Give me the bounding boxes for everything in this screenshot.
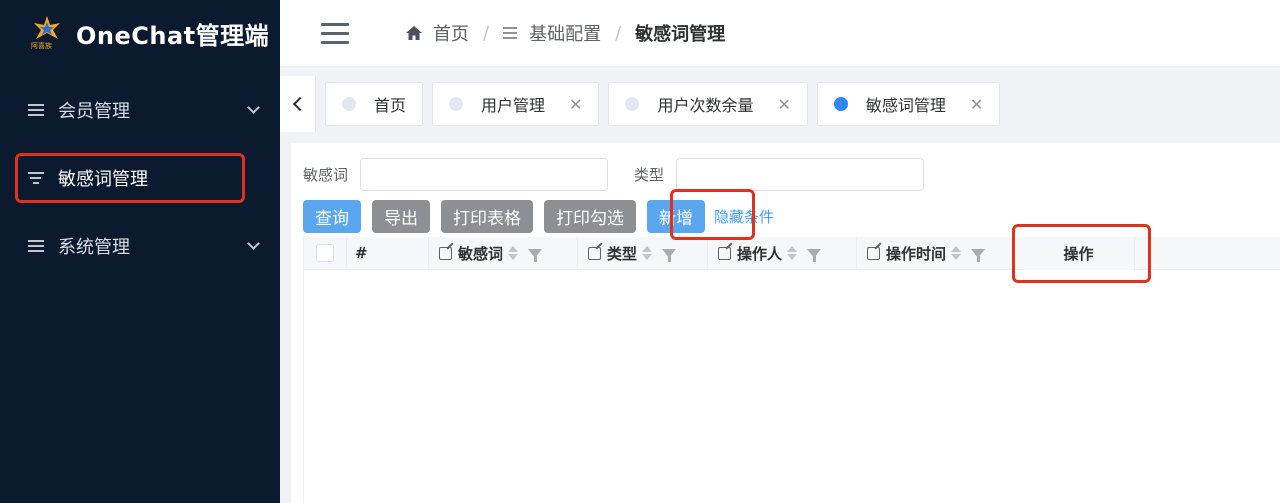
breadcrumb-label: 基础配置	[529, 24, 602, 45]
edit-icon	[718, 246, 731, 260]
column-label: 操作人	[737, 244, 783, 263]
chevron-down-icon	[247, 101, 260, 114]
keyword-input[interactable]	[360, 158, 609, 191]
breadcrumb-separator: /	[483, 22, 490, 44]
checkbox[interactable]	[316, 244, 334, 262]
app-title: OneChat管理端	[76, 21, 270, 50]
tag-dot	[449, 97, 464, 111]
menu-icon	[28, 104, 44, 116]
tag-home[interactable]: 首页	[325, 82, 424, 126]
tags-bar: 首页 用户管理 ✕ 用户次数余量 ✕ 敏感词管理 ✕	[280, 76, 1280, 132]
logo: 阿喜族	[30, 15, 64, 51]
sort-icon[interactable]	[508, 246, 519, 260]
breadcrumb-home[interactable]: 首页	[405, 20, 469, 46]
content-panel: 敏感词 类型 查询 导出 打印表格 打印勾选 新增 隐藏条件 # 敏感词 类型 …	[291, 143, 1280, 503]
keyword-label: 敏感词	[303, 166, 349, 184]
filter-icon[interactable]	[528, 248, 543, 262]
column-sensitive-word[interactable]: 敏感词	[429, 236, 578, 270]
breadcrumb-label: 首页	[433, 24, 469, 45]
highlight-box-actions-column	[1012, 224, 1151, 283]
sort-icon[interactable]	[642, 246, 653, 260]
sidebar: 阿喜族 OneChat管理端 会员管理 敏感词管理 系统管理	[0, 0, 280, 503]
query-button[interactable]: 查询	[303, 200, 361, 233]
export-button[interactable]: 导出	[372, 200, 430, 233]
list-icon	[503, 27, 518, 39]
tag-dot	[625, 97, 640, 111]
edit-icon	[867, 246, 880, 260]
tag-label: 敏感词管理	[865, 96, 946, 115]
edit-icon	[588, 246, 601, 260]
hamburger-icon[interactable]	[321, 22, 349, 44]
tag-sensitive-words[interactable]: 敏感词管理 ✕	[816, 82, 1001, 126]
column-label: 操作时间	[886, 244, 947, 263]
tag-label: 首页	[374, 96, 407, 115]
column-type[interactable]: 类型	[578, 236, 708, 270]
close-icon[interactable]: ✕	[777, 95, 790, 114]
brand: 阿喜族 OneChat管理端	[0, 0, 280, 66]
home-icon	[406, 26, 422, 40]
sort-icon[interactable]	[787, 246, 798, 260]
logo-text: 阿喜族	[31, 42, 52, 50]
header-select-all[interactable]	[304, 236, 347, 270]
star-logo-icon	[34, 16, 60, 39]
tags-scroll-left-button[interactable]	[280, 76, 316, 132]
column-index: #	[347, 236, 429, 270]
highlight-box-add-button	[670, 189, 755, 240]
tag-dot-active	[833, 97, 848, 111]
chevron-down-icon	[247, 237, 260, 250]
tag-user-quota[interactable]: 用户次数余量 ✕	[608, 82, 808, 126]
breadcrumb-separator: /	[615, 22, 622, 44]
breadcrumb-current: 敏感词管理	[635, 24, 726, 45]
breadcrumb-config[interactable]: 基础配置	[503, 20, 601, 46]
column-operation-time[interactable]: 操作时间	[857, 236, 1013, 270]
type-label: 类型	[634, 166, 665, 184]
tag-label: 用户管理	[481, 96, 546, 115]
column-operator[interactable]: 操作人	[708, 236, 857, 270]
header: 首页 / 基础配置 / 敏感词管理	[280, 0, 1280, 66]
close-icon[interactable]: ✕	[970, 95, 983, 114]
column-label: 敏感词	[458, 244, 504, 263]
filter-form: 敏感词 类型	[303, 158, 925, 191]
edit-icon	[439, 246, 452, 260]
chevron-left-icon	[292, 96, 307, 112]
print-table-button[interactable]: 打印表格	[441, 200, 533, 233]
tag-dot	[342, 97, 356, 111]
sidebar-item-system[interactable]: 系统管理	[0, 212, 280, 280]
type-input[interactable]	[676, 158, 925, 191]
sidebar-item-members[interactable]: 会员管理	[0, 76, 280, 144]
column-label: #	[355, 244, 368, 262]
tag-label: 用户次数余量	[657, 96, 754, 115]
filter-icon[interactable]	[662, 248, 677, 262]
breadcrumb: 首页 / 基础配置 / 敏感词管理	[405, 20, 725, 46]
sidebar-item-label: 系统管理	[58, 237, 130, 258]
sidebar-item-label: 会员管理	[58, 101, 130, 122]
print-selected-button[interactable]: 打印勾选	[544, 200, 636, 233]
highlight-box-sidebar	[15, 153, 245, 203]
column-label: 类型	[607, 244, 638, 263]
menu-icon	[28, 240, 44, 252]
sort-icon[interactable]	[951, 246, 962, 260]
filter-icon[interactable]	[807, 248, 822, 262]
close-icon[interactable]: ✕	[569, 95, 582, 114]
filter-icon[interactable]	[971, 248, 986, 262]
tag-user-management[interactable]: 用户管理 ✕	[432, 82, 600, 126]
